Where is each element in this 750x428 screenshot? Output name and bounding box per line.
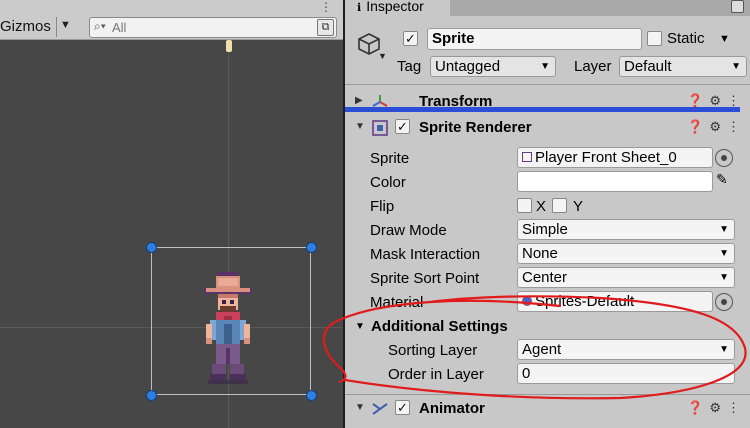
dropdown-arrow-icon: ▼ — [719, 344, 729, 355]
sprite-label: Sprite — [370, 150, 410, 167]
dropdown-arrow-icon: ▼ — [719, 248, 729, 259]
sprite-renderer-icon — [372, 120, 388, 136]
collapse-arrow-icon[interactable]: ▶ — [355, 95, 363, 106]
resize-handle[interactable] — [146, 390, 157, 401]
draw-mode-value: Simple — [522, 221, 568, 238]
toolbar-divider — [56, 17, 57, 37]
draw-mode-label: Draw Mode — [370, 222, 447, 239]
scene-search[interactable]: ⌕▾ ⧉ — [89, 17, 337, 38]
sorting-layer-label: Sorting Layer — [388, 342, 478, 359]
animator-header[interactable]: ▼ ✓ Animator ❓⚙⋮ — [345, 397, 750, 421]
component-buttons[interactable]: ❓⚙⋮ — [687, 119, 746, 135]
static-label: Static — [667, 30, 705, 47]
sprite-value: Player Front Sheet_0 — [535, 149, 677, 166]
divider — [345, 84, 750, 85]
scene-menu-icon[interactable]: ⋮ — [320, 0, 332, 14]
divider — [345, 394, 750, 395]
sorting-layer-value: Agent — [522, 341, 562, 358]
highlight-bar — [345, 107, 740, 112]
tab-label: Inspector — [366, 0, 424, 14]
scene-view[interactable]: Gizmos ▼ ⌕▾ ⧉ ⋮ — [0, 0, 343, 428]
flip-label: Flip — [370, 198, 395, 215]
static-dropdown-arrow-icon[interactable]: ▼ — [719, 33, 730, 45]
material-label: Material — [370, 294, 424, 311]
gizmos-button[interactable]: Gizmos — [0, 18, 51, 35]
expand-arrow-icon[interactable]: ▼ — [355, 321, 365, 332]
mask-interaction-value: None — [522, 245, 558, 262]
camera-gizmo — [226, 40, 232, 52]
flip-y-label: Y — [573, 198, 584, 215]
material-icon — [522, 296, 532, 306]
flip-x-checkbox[interactable] — [517, 198, 532, 213]
animator-enabled-checkbox[interactable]: ✓ — [395, 400, 410, 415]
object-name-field[interactable]: Sprite — [427, 28, 642, 50]
sprite-object-field[interactable]: Player Front Sheet_0 — [517, 147, 713, 168]
inspector-panel: ℹ Inspector ▼ ✓ Sprite Static ▼ Tag Untag… — [343, 0, 750, 428]
order-in-layer-label: Order in Layer — [388, 366, 484, 383]
sprite-sort-point-value: Center — [522, 269, 568, 286]
lock-icon[interactable] — [731, 0, 744, 13]
dropdown-arrow-icon[interactable]: ▼ — [60, 19, 71, 31]
dropdown-arrow-icon: ▼ — [719, 224, 729, 235]
order-in-layer-field[interactable]: 0 — [517, 363, 735, 384]
dropdown-arrow-icon: ▼ — [731, 61, 741, 72]
inspector-tab-bar: ℹ Inspector — [345, 0, 750, 16]
draw-mode-dropdown[interactable]: Simple ▼ — [517, 219, 735, 240]
dropdown-arrow-icon: ▼ — [719, 272, 729, 283]
additional-settings-title[interactable]: Additional Settings — [371, 318, 508, 335]
eyedropper-icon[interactable]: ✎ — [716, 171, 728, 188]
player-sprite[interactable] — [200, 272, 256, 384]
flip-y-checkbox[interactable] — [552, 198, 567, 213]
material-object-field[interactable]: Sprites-Default — [517, 291, 713, 312]
tab-inspector[interactable]: ℹ Inspector — [345, 0, 450, 16]
tag-label: Tag — [397, 58, 422, 75]
object-picker-icon[interactable] — [715, 293, 733, 311]
expand-arrow-icon[interactable]: ▼ — [355, 402, 365, 413]
active-checkbox[interactable]: ✓ — [403, 31, 418, 46]
object-picker-icon[interactable] — [715, 149, 733, 167]
animator-icon — [372, 403, 388, 415]
search-input[interactable] — [112, 19, 312, 36]
sprite-renderer-title: Sprite Renderer — [419, 119, 532, 136]
sprite-sort-point-dropdown[interactable]: Center ▼ — [517, 267, 735, 288]
animator-title: Animator — [419, 400, 485, 417]
info-icon: ℹ — [357, 2, 362, 14]
color-label: Color — [370, 174, 406, 191]
tag-dropdown[interactable]: Untagged ▼ — [430, 56, 556, 77]
layer-label: Layer — [574, 58, 612, 75]
color-swatch[interactable] — [517, 171, 713, 192]
static-checkbox[interactable] — [647, 31, 662, 46]
material-value: Sprites-Default — [535, 293, 635, 310]
expand-arrow-icon[interactable]: ▼ — [355, 121, 365, 132]
dropdown-arrow-icon: ▼ — [540, 61, 550, 72]
layer-value: Default — [624, 58, 672, 75]
sprite-renderer-enabled-checkbox[interactable]: ✓ — [395, 119, 410, 134]
mask-interaction-label: Mask Interaction — [370, 246, 481, 263]
sorting-layer-dropdown[interactable]: Agent ▼ — [517, 339, 735, 360]
search-icon: ⌕▾ — [94, 19, 106, 33]
sprite-renderer-header[interactable]: ▼ ✓ Sprite Renderer ❓⚙⋮ — [345, 116, 750, 140]
flip-x-label: X — [536, 198, 547, 215]
search-scope-button[interactable]: ⧉ — [317, 19, 334, 36]
resize-handle[interactable] — [146, 242, 157, 253]
scene-toolbar: Gizmos ▼ ⌕▾ ⧉ ⋮ — [0, 0, 343, 40]
sprite-asset-icon — [522, 152, 532, 162]
resize-handle[interactable] — [306, 390, 317, 401]
resize-handle[interactable] — [306, 242, 317, 253]
component-buttons[interactable]: ❓⚙⋮ — [687, 400, 746, 416]
layer-dropdown[interactable]: Default ▼ — [619, 56, 747, 77]
mask-interaction-dropdown[interactable]: None ▼ — [517, 243, 735, 264]
icon-dropdown-arrow-icon[interactable]: ▼ — [378, 51, 387, 61]
sprite-sort-point-label: Sprite Sort Point — [370, 270, 480, 287]
tag-value: Untagged — [435, 58, 501, 75]
